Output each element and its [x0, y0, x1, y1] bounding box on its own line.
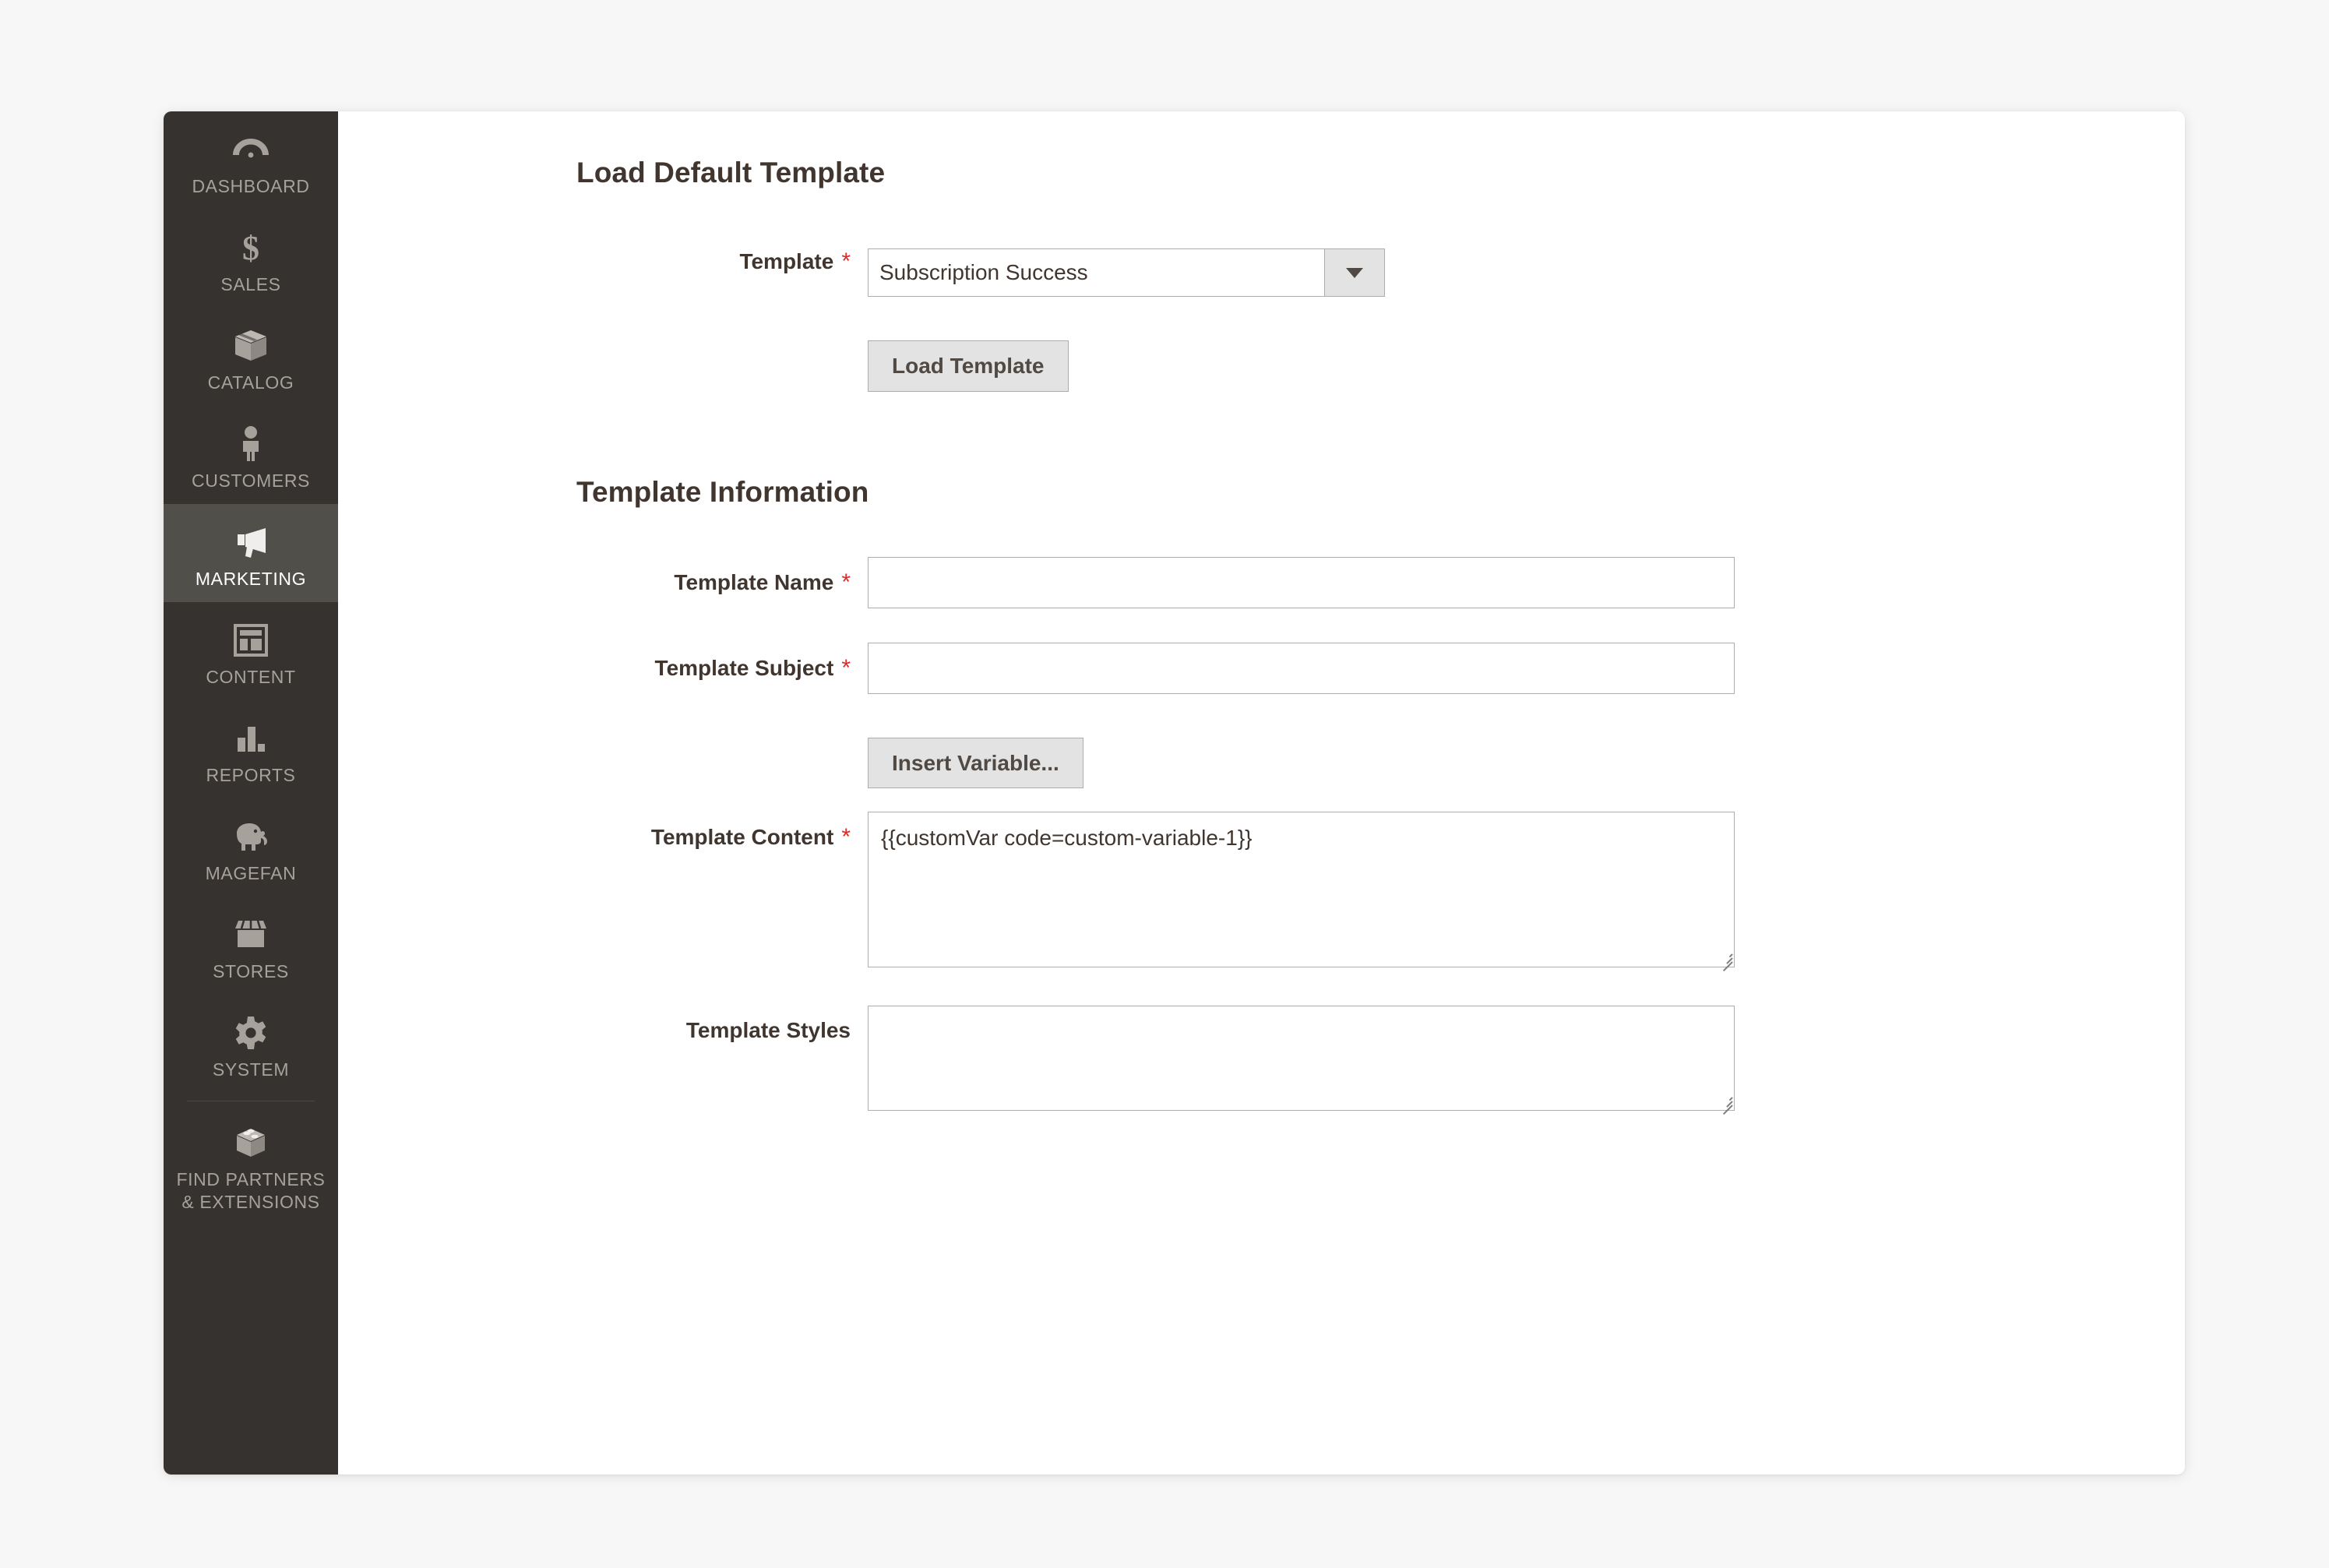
extension-box-icon [168, 1122, 333, 1164]
insert-variable-control: Insert Variable... [868, 737, 1083, 789]
box-icon [168, 325, 333, 367]
sidebar-item-label-line2: & EXTENSIONS [181, 1191, 320, 1212]
template-name-input[interactable] [868, 556, 1735, 608]
template-content-row: Template Content * {{customVar code=custo… [338, 812, 2185, 972]
insert-variable-button[interactable]: Insert Variable... [868, 737, 1083, 789]
sidebar-item-label: MARKETING [195, 569, 307, 590]
load-default-template-heading: Load Default Template [576, 157, 886, 189]
storefront-icon [168, 914, 333, 956]
template-select-value[interactable]: Subscription Success [868, 248, 1324, 297]
person-icon [168, 423, 333, 465]
template-styles-textarea[interactable] [868, 1006, 1735, 1112]
sidebar-item-label: SYSTEM [212, 1059, 290, 1080]
svg-text:$: $ [242, 229, 259, 266]
template-select-row: Template * Subscription Success [338, 248, 2185, 297]
required-asterisk: * [841, 824, 851, 851]
template-content-textarea[interactable]: {{customVar code=custom-variable-1}} [868, 812, 1735, 968]
template-styles-label-text: Template Styles [685, 1018, 851, 1043]
elephant-icon [168, 816, 333, 858]
insert-variable-row: Insert Variable... [338, 737, 2185, 789]
template-name-row: Template Name * [338, 556, 2185, 608]
bar-chart-icon [168, 717, 333, 759]
sidebar-item-label: SALES [220, 274, 281, 295]
sidebar-item-label: CONTENT [206, 667, 296, 688]
megaphone-icon [168, 521, 333, 563]
template-name-control [868, 556, 1735, 608]
template-content-wrapper: {{customVar code=custom-variable-1}} [868, 812, 1735, 972]
layout-page-icon [168, 619, 333, 661]
gear-icon [168, 1012, 333, 1054]
sidebar-item-magefan[interactable]: MAGEFAN [164, 798, 338, 897]
sidebar-item-sales[interactable]: $ SALES [164, 210, 338, 308]
sidebar-item-marketing[interactable]: MARKETING [164, 504, 338, 603]
sidebar-item-find-partners-extensions[interactable]: FIND PARTNERS & EXTENSIONS [164, 1105, 338, 1232]
load-template-button[interactable]: Load Template [868, 340, 1069, 392]
template-content-label-text: Template Content [650, 825, 834, 850]
sidebar-item-label: MAGEFAN [205, 863, 297, 884]
template-subject-input[interactable] [868, 642, 1735, 694]
sidebar-item-catalog[interactable]: CATALOG [164, 308, 338, 406]
template-field-label: Template * [338, 248, 868, 275]
admin-page: DASHBOARD $ SALES CATALOG CUSTOMERS MARK… [0, 0, 2329, 1568]
template-styles-row: Template Styles [338, 1006, 2185, 1115]
template-styles-wrapper [868, 1006, 1735, 1115]
template-styles-control [868, 1006, 1735, 1115]
load-template-control: Load Template [868, 340, 1069, 392]
sidebar-item-label: CUSTOMERS [192, 470, 310, 492]
required-asterisk: * [841, 654, 851, 681]
load-template-button-row: Load Template [338, 340, 2185, 392]
template-subject-label-text: Template Subject [654, 655, 834, 680]
sidebar-item-reports[interactable]: REPORTS [164, 700, 338, 798]
sidebar-item-label: FIND PARTNERS [176, 1169, 326, 1190]
sidebar-item-label: CATALOG [207, 372, 294, 393]
sidebar-item-label: REPORTS [206, 765, 296, 786]
sidebar-item-customers[interactable]: CUSTOMERS [164, 406, 338, 504]
admin-card: DASHBOARD $ SALES CATALOG CUSTOMERS MARK… [164, 111, 2185, 1475]
sidebar-item-content[interactable]: CONTENT [164, 602, 338, 700]
required-asterisk: * [841, 569, 851, 595]
dollar-sign-icon: $ [168, 227, 333, 269]
template-select-control: Subscription Success [868, 248, 1385, 297]
sidebar-item-dashboard[interactable]: DASHBOARD [164, 111, 338, 210]
required-asterisk: * [841, 248, 851, 274]
template-content-control: {{customVar code=custom-variable-1}} [868, 812, 1735, 972]
template-subject-label: Template Subject * [338, 643, 868, 682]
sidebar-item-label: STORES [213, 961, 289, 982]
template-name-label-text: Template Name [674, 569, 834, 594]
main-content: Load Default Template Template * Subscrip… [338, 111, 2185, 1475]
dashboard-gauge-icon [168, 129, 333, 171]
template-label-text: Template [739, 249, 834, 273]
sidebar-item-label: DASHBOARD [192, 176, 310, 196]
template-subject-control [868, 642, 1735, 694]
admin-sidebar: DASHBOARD $ SALES CATALOG CUSTOMERS MARK… [164, 111, 338, 1475]
template-information-heading: Template Information [576, 475, 869, 508]
template-subject-row: Template Subject * [338, 642, 2185, 694]
chevron-down-icon[interactable] [1324, 248, 1385, 297]
template-content-label: Template Content * [338, 812, 868, 851]
template-name-label: Template Name * [338, 557, 868, 596]
template-styles-label: Template Styles [338, 1006, 868, 1043]
sidebar-item-stores[interactable]: STORES [164, 897, 338, 995]
triangle-down-glyph [1346, 267, 1363, 278]
sidebar-item-system[interactable]: SYSTEM [164, 995, 338, 1093]
template-select[interactable]: Subscription Success [868, 248, 1385, 297]
